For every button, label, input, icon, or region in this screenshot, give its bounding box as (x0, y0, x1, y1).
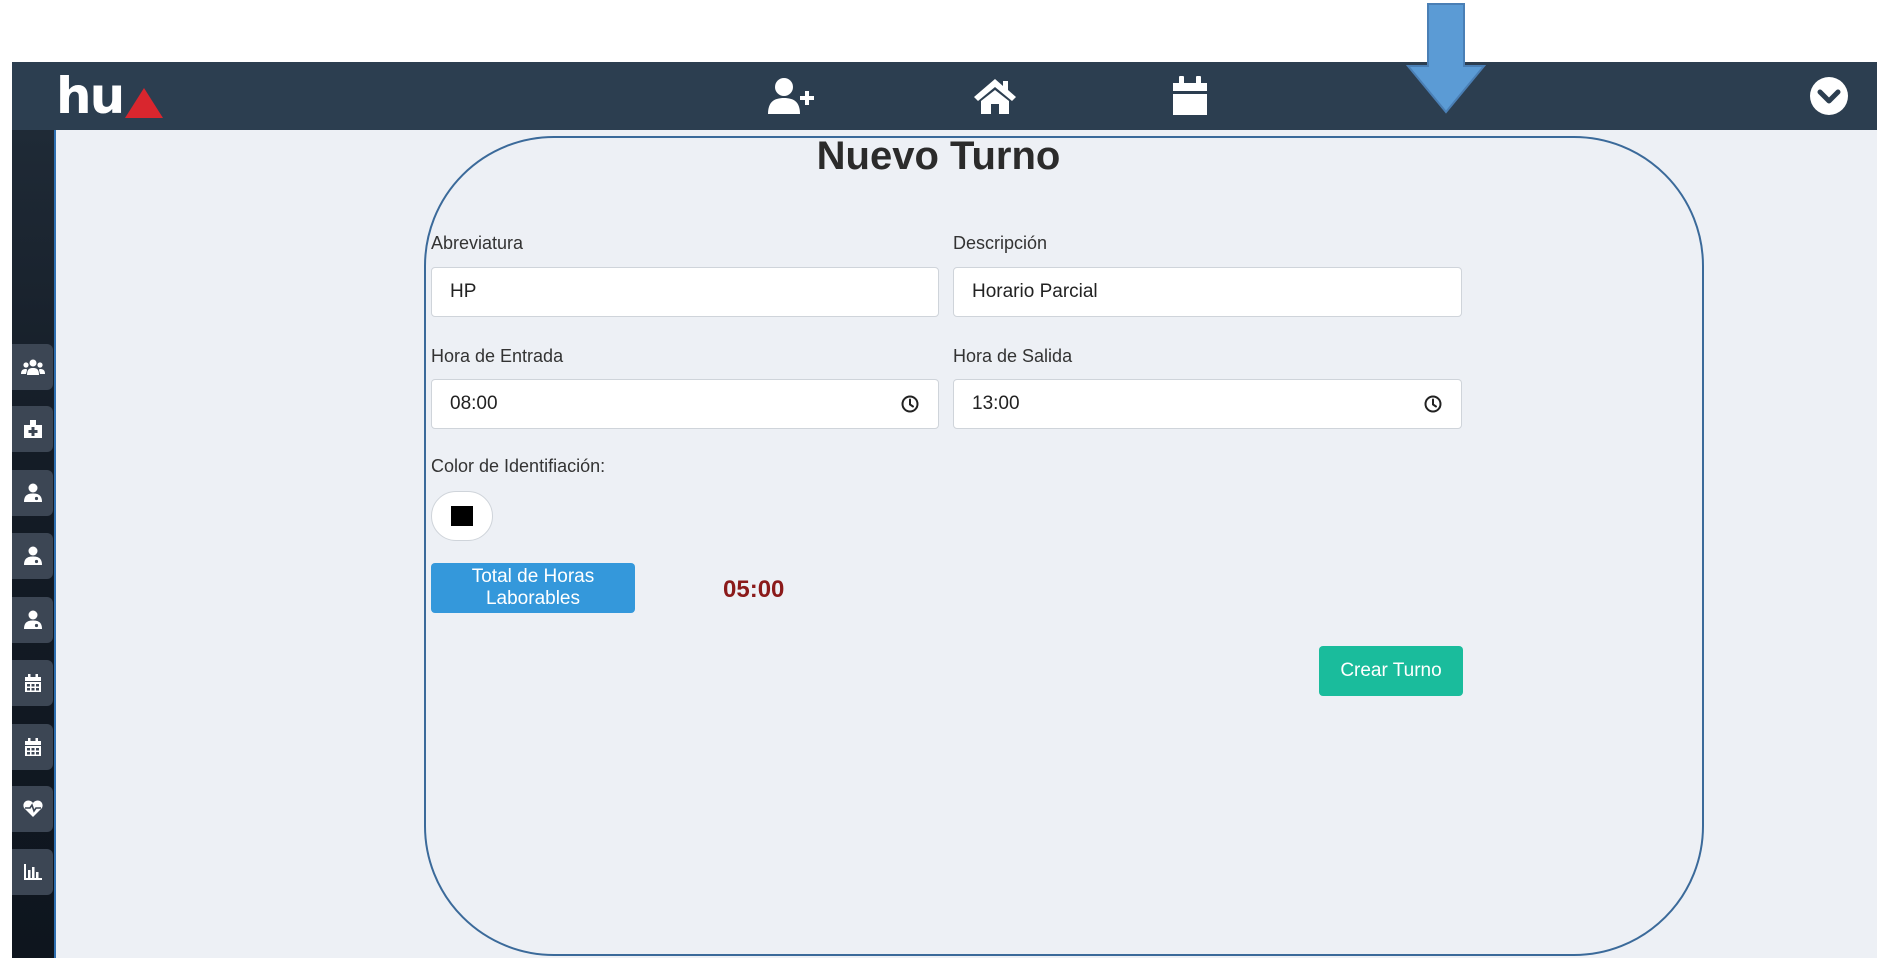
page-title: Nuevo Turno (816, 134, 1061, 178)
total-hours-value: 05:00 (723, 576, 785, 603)
exit-time-value: 13:00 (972, 393, 1020, 414)
sidebar-item-doctor-2[interactable] (12, 533, 53, 579)
entry-time-label: Hora de Entrada (431, 346, 564, 366)
form-card-outline (424, 136, 1704, 956)
brand-logo-text: hu (56, 67, 125, 125)
exit-time-input[interactable]: 13:00 (953, 379, 1462, 429)
abbreviation-input[interactable]: HP (431, 267, 939, 317)
sidebar-item-doctor-3[interactable] (12, 597, 53, 643)
heartbeat-icon (22, 800, 43, 817)
brand-logo-triangle (125, 88, 164, 118)
annotation-down-arrow (1405, 3, 1487, 114)
users-icon (20, 359, 45, 375)
description-value: Horario Parcial (972, 281, 1098, 302)
sidebar-item-calendar-1[interactable] (12, 660, 53, 706)
sidebar-item-heartbeat[interactable] (12, 786, 53, 832)
home-icon[interactable] (967, 74, 1023, 118)
color-swatch (451, 506, 473, 526)
entry-time-value: 08:00 (450, 393, 498, 414)
user-doctor-icon (23, 546, 42, 565)
calendar-icon (24, 674, 41, 692)
sidebar-item-hospital[interactable] (12, 406, 53, 452)
description-label: Descripción (953, 233, 1048, 253)
calendar-icon (24, 738, 41, 756)
sidebar-item-chart[interactable] (12, 849, 53, 895)
app-window: hu (12, 62, 1877, 958)
create-shift-button[interactable]: Crear Turno (1319, 646, 1463, 696)
sidebar-item-doctor-1[interactable] (12, 470, 53, 516)
exit-time-label: Hora de Salida (953, 346, 1073, 366)
chart-bar-icon (23, 864, 42, 880)
color-label: Color de Identifiación: (431, 456, 606, 476)
color-picker[interactable] (431, 491, 493, 541)
clock-icon[interactable] (1423, 394, 1443, 414)
user-doctor-icon (23, 483, 42, 502)
entry-time-input[interactable]: 08:00 (431, 379, 939, 429)
total-hours-button[interactable]: Total de Horas Laborables (431, 563, 635, 613)
calendar-icon[interactable] (1162, 74, 1218, 118)
top-navbar: hu (12, 62, 1877, 130)
abbreviation-label: Abreviatura (431, 233, 524, 253)
user-doctor-icon (23, 610, 42, 629)
abbreviation-value: HP (450, 281, 477, 302)
left-sidebar (12, 130, 56, 958)
description-input[interactable]: Horario Parcial (953, 267, 1462, 317)
sidebar-item-calendar-2[interactable] (12, 724, 53, 770)
hospital-icon (23, 420, 42, 438)
brand-logo[interactable]: hu (56, 67, 164, 125)
chevron-down-circle-icon[interactable] (1801, 74, 1857, 118)
sidebar-item-users[interactable] (12, 344, 53, 390)
clock-icon[interactable] (900, 394, 920, 414)
add-user-icon[interactable] (764, 74, 820, 118)
